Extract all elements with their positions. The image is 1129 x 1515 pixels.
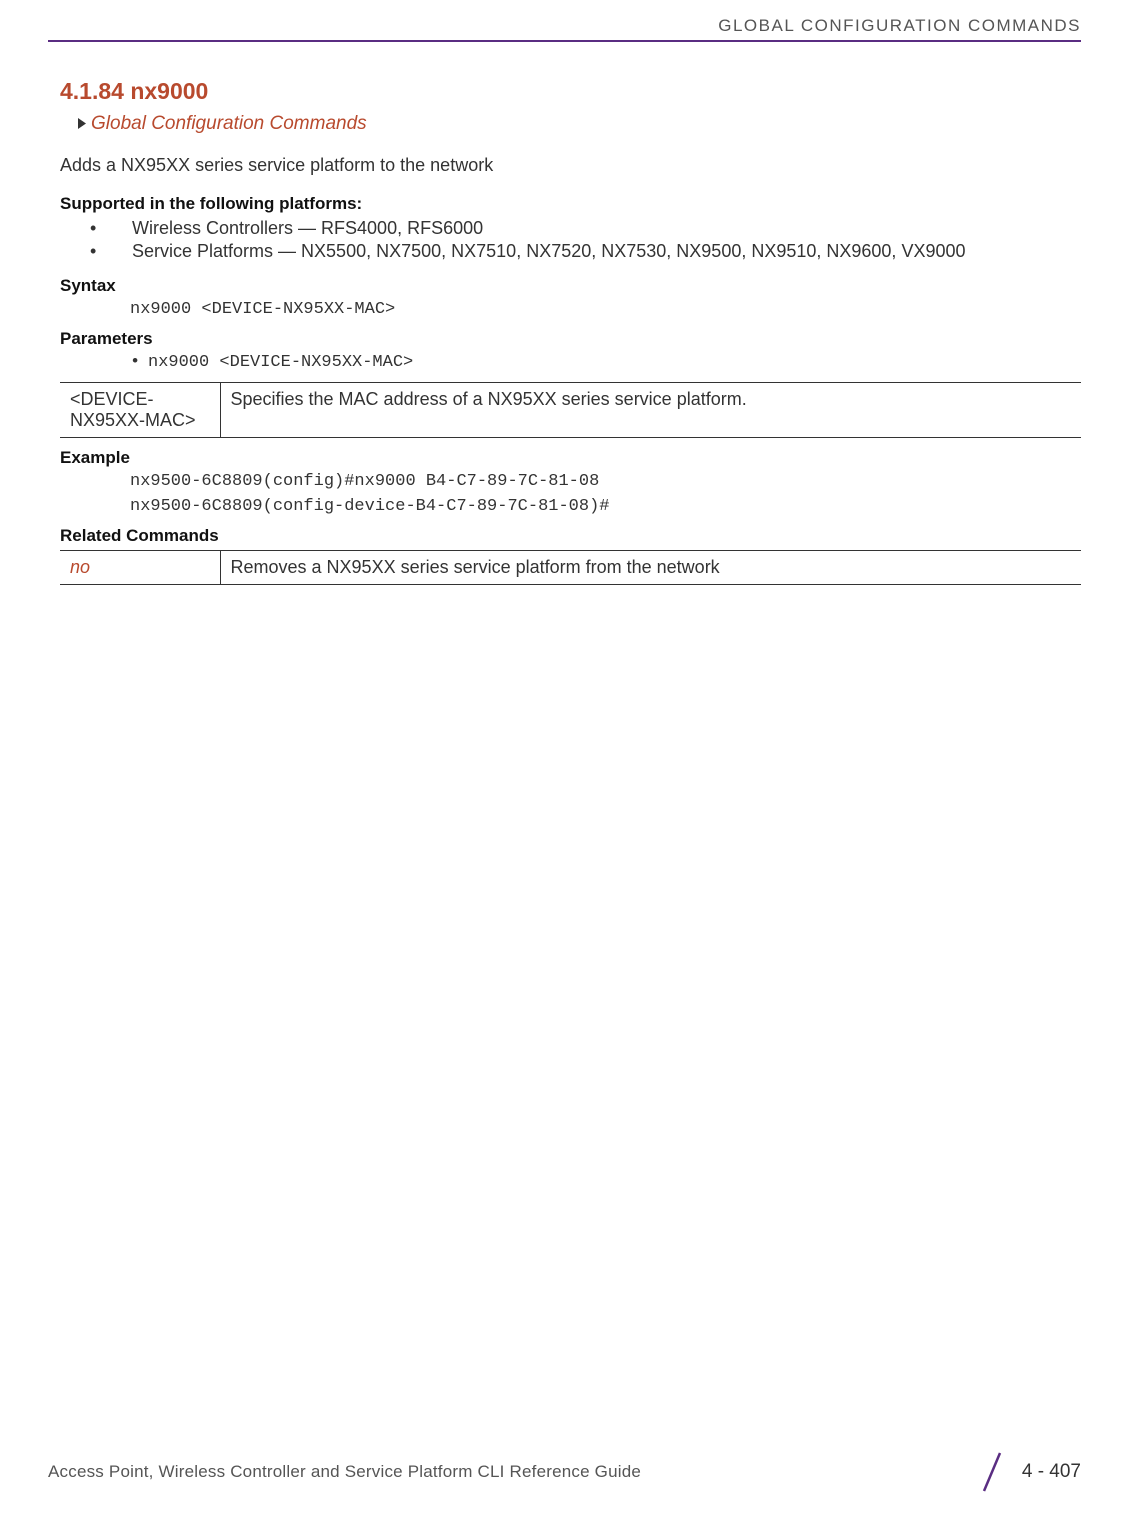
- arrow-right-icon: [78, 117, 87, 132]
- parameters-code: nx9000 <DEVICE-NX95XX-MAC>: [148, 353, 413, 372]
- table-row: no Removes a NX95XX series service platf…: [60, 551, 1081, 585]
- page-number: 4 - 407: [1022, 1461, 1081, 1483]
- section-description: Adds a NX95XX series service platform to…: [60, 155, 1081, 176]
- related-desc-cell: Removes a NX95XX series service platform…: [220, 551, 1081, 585]
- bullet-icon: •: [130, 353, 148, 372]
- page-header-title: GLOBAL CONFIGURATION COMMANDS: [718, 16, 1081, 36]
- list-item-text: Wireless Controllers — RFS4000, RFS6000: [132, 218, 483, 239]
- parameters-bullet: • nx9000 <DEVICE-NX95XX-MAC>: [60, 353, 1081, 372]
- list-item: • Wireless Controllers — RFS4000, RFS600…: [60, 218, 1081, 239]
- bullet-icon: •: [90, 218, 132, 239]
- parameters-heading: Parameters: [60, 329, 1081, 349]
- breadcrumb: Global Configuration Commands: [78, 113, 1081, 135]
- related-cmd-cell: no: [60, 551, 220, 585]
- param-name-cell: <DEVICE-NX95XX-MAC>: [60, 383, 220, 438]
- syntax-heading: Syntax: [60, 276, 1081, 296]
- list-item-text: Service Platforms — NX5500, NX7500, NX75…: [132, 241, 966, 262]
- breadcrumb-link[interactable]: Global Configuration Commands: [91, 113, 367, 135]
- footer-doc-title: Access Point, Wireless Controller and Se…: [48, 1462, 641, 1482]
- page-content: 4.1.84 nx9000 Global Configuration Comma…: [60, 78, 1081, 585]
- syntax-code: nx9000 <DEVICE-NX95XX-MAC>: [60, 300, 1081, 319]
- table-row: <DEVICE-NX95XX-MAC> Specifies the MAC ad…: [60, 383, 1081, 438]
- bullet-icon: •: [90, 241, 132, 262]
- param-desc-cell: Specifies the MAC address of a NX95XX se…: [220, 383, 1081, 438]
- footer-right: 4 - 407: [978, 1451, 1081, 1493]
- related-heading: Related Commands: [60, 526, 1081, 546]
- related-commands-table: no Removes a NX95XX series service platf…: [60, 550, 1081, 585]
- page-footer: Access Point, Wireless Controller and Se…: [48, 1451, 1081, 1493]
- parameters-table: <DEVICE-NX95XX-MAC> Specifies the MAC ad…: [60, 382, 1081, 438]
- slash-icon: [978, 1451, 1006, 1493]
- example-heading: Example: [60, 448, 1081, 468]
- header-divider: [48, 40, 1081, 42]
- section-heading: 4.1.84 nx9000: [60, 78, 1081, 105]
- example-line: nx9500-6C8809(config)#nx9000 B4-C7-89-7C…: [60, 472, 1081, 491]
- example-line: nx9500-6C8809(config-device-B4-C7-89-7C-…: [60, 497, 1081, 516]
- related-command-link[interactable]: no: [70, 557, 90, 577]
- supported-heading: Supported in the following platforms:: [60, 194, 1081, 214]
- list-item: • Service Platforms — NX5500, NX7500, NX…: [60, 241, 1081, 262]
- supported-list: • Wireless Controllers — RFS4000, RFS600…: [60, 218, 1081, 262]
